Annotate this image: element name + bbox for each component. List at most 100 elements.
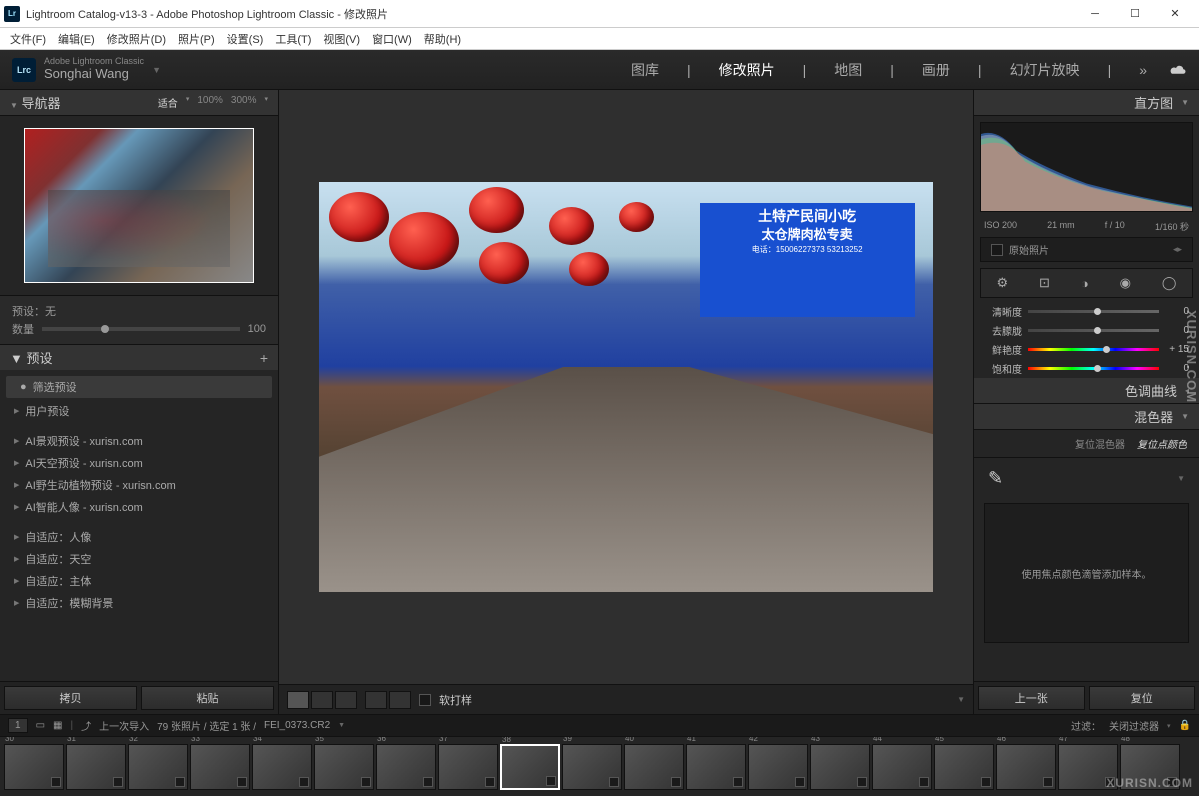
mask-tool-icon[interactable]: ◯ (1162, 275, 1177, 291)
filmstrip-thumb[interactable]: 35 (314, 744, 374, 790)
filmstrip-thumb[interactable]: 38 (500, 744, 560, 790)
preset-item[interactable]: ▶AI天空预设 - xurisn.com (0, 452, 278, 474)
filmstrip-thumb[interactable]: 37 (438, 744, 498, 790)
close-button[interactable]: ✕ (1155, 0, 1195, 28)
filter-off[interactable]: 关闭过滤器 (1109, 718, 1159, 733)
preset-item[interactable]: ▶AI智能人像 - xurisn.com (0, 496, 278, 518)
menu-tools[interactable]: 工具(T) (271, 29, 315, 49)
raw-label[interactable]: 原始照片◂▸ (980, 237, 1193, 262)
main-photo[interactable]: 土特产民间小吃 太仓牌肉松专卖 电话：15006227373 53213252 (319, 182, 933, 592)
filmstrip-thumb[interactable]: 30 (4, 744, 64, 790)
module-book[interactable]: 画册 (916, 58, 956, 82)
module-more[interactable]: » (1133, 60, 1153, 80)
menu-develop[interactable]: 修改照片(D) (103, 29, 170, 49)
histogram-header[interactable]: 直方图▼ (974, 90, 1199, 116)
filmstrip-thumb[interactable]: 41 (686, 744, 746, 790)
paste-button[interactable]: 粘贴 (141, 686, 274, 710)
mixer-expand-icon[interactable]: ▼ (1177, 474, 1185, 483)
preset-item[interactable]: ▶AI景观预设 - xurisn.com (0, 430, 278, 452)
adjust-去朦胧: 去朦胧0 (974, 321, 1199, 340)
loupe-view-icon[interactable] (287, 691, 309, 709)
mixer-reset-tab[interactable]: 复位混色器 (1075, 436, 1125, 451)
breadcrumb[interactable]: 上一次导入 (99, 718, 149, 733)
filmstrip-thumb[interactable]: 40 (624, 744, 684, 790)
maximize-button[interactable]: ☐ (1115, 0, 1155, 28)
module-slideshow[interactable]: 幻灯片放映 (1004, 58, 1086, 82)
softproof-checkbox[interactable] (419, 694, 431, 706)
navigator-thumbnail[interactable] (24, 128, 254, 283)
module-map[interactable]: 地图 (828, 58, 868, 82)
add-preset-icon[interactable]: + (260, 350, 268, 366)
preview-amount-slider[interactable] (42, 327, 240, 331)
filmstrip-thumb[interactable]: 44 (872, 744, 932, 790)
prev-photo-button[interactable]: 上一张 (978, 686, 1085, 710)
color-sample-box: 使用焦点颜色滴管添加样本。 (984, 503, 1189, 643)
toolbar-expand-icon[interactable]: ▼ (957, 695, 965, 704)
menu-photo[interactable]: 照片(P) (174, 29, 219, 49)
preset-adaptive[interactable]: ▶自适应：人像 (0, 526, 278, 548)
filmstrip[interactable]: 30313233343536373839404142434445464748 (0, 736, 1199, 796)
filmstrip-thumb[interactable]: 43 (810, 744, 870, 790)
menu-file[interactable]: 文件(F) (6, 29, 50, 49)
nav-300[interactable]: 300% (231, 95, 257, 110)
preset-adaptive[interactable]: ▶自适应：模糊背景 (0, 592, 278, 614)
filmstrip-thumb[interactable]: 45 (934, 744, 994, 790)
module-picker: 图库| 修改照片| 地图| 画册| 幻灯片放映| » (625, 58, 1187, 82)
filmstrip-thumb[interactable]: 46 (996, 744, 1056, 790)
presets-header[interactable]: ▼ 预设 + (0, 344, 278, 370)
preset-adaptive[interactable]: ▶自适应：天空 (0, 548, 278, 570)
filmstrip-thumb[interactable]: 34 (252, 744, 312, 790)
heal-tool-icon[interactable]: ◑ (1081, 276, 1089, 291)
menu-edit[interactable]: 编辑(E) (54, 29, 99, 49)
mixer-header[interactable]: 混色器▼ (974, 404, 1199, 430)
menu-settings[interactable]: 设置(S) (223, 29, 268, 49)
jump-back-icon[interactable]: ⤴ (81, 718, 91, 733)
navigator-header[interactable]: ▼ 导航器 适合▾ 100% 300%▾ (0, 90, 278, 116)
eyedropper-icon[interactable]: ✎ (988, 468, 1003, 489)
filmstrip-thumb[interactable]: 32 (128, 744, 188, 790)
filmstrip-thumb[interactable]: 39 (562, 744, 622, 790)
menu-window[interactable]: 窗口(W) (368, 29, 416, 49)
before-after-lr-icon[interactable] (311, 691, 333, 709)
tone-curve-header[interactable]: 色调曲线◂ (974, 378, 1199, 404)
slider-track[interactable] (1028, 367, 1159, 370)
preset-user-group[interactable]: ▶用户预设 (0, 400, 278, 422)
develop-tools: ⚙ ⊡ ◑ ◉ ◯ (980, 268, 1193, 298)
preset-item[interactable]: ▶AI野生动植物预设 - xurisn.com (0, 474, 278, 496)
reset-button[interactable]: 复位 (1089, 686, 1196, 710)
point-color-reset-tab[interactable]: 复位点颜色 (1137, 436, 1187, 451)
redeye-tool-icon[interactable]: ◉ (1120, 275, 1131, 291)
filmstrip-thumb[interactable]: 33 (190, 744, 250, 790)
grid-icon[interactable]: ▦ (53, 720, 62, 731)
second-window-icon[interactable]: ▭ (36, 720, 45, 731)
nav-100[interactable]: 100% (197, 95, 223, 110)
filmstrip-thumb[interactable]: 42 (748, 744, 808, 790)
page-start[interactable]: 1 (8, 718, 28, 733)
preset-adaptive[interactable]: ▶自适应：主体 (0, 570, 278, 592)
slider-track[interactable] (1028, 348, 1159, 351)
slider-track[interactable] (1028, 329, 1159, 332)
filter-lock-icon[interactable]: 🔒 (1179, 720, 1191, 731)
filmstrip-thumb[interactable]: 31 (66, 744, 126, 790)
histogram[interactable] (980, 122, 1193, 212)
compare-yy2-icon[interactable] (389, 691, 411, 709)
before-after-tb-icon[interactable] (335, 691, 357, 709)
slider-track[interactable] (1028, 310, 1159, 313)
module-develop[interactable]: 修改照片 (713, 58, 781, 82)
crop-tool-icon[interactable]: ⊡ (1039, 275, 1050, 291)
menu-view[interactable]: 视图(V) (319, 29, 364, 49)
filmstrip-thumb[interactable]: 36 (376, 744, 436, 790)
menu-help[interactable]: 帮助(H) (420, 29, 465, 49)
nav-fit[interactable]: 适合 (158, 95, 178, 110)
preview-amount-value: 100 (248, 323, 266, 335)
cloud-sync-icon[interactable] (1169, 64, 1187, 76)
preset-search[interactable]: ● 筛选预设 (6, 376, 272, 398)
module-library[interactable]: 图库 (625, 58, 665, 82)
minimize-button[interactable]: ─ (1075, 0, 1115, 28)
presets-list: ● 筛选预设 ▶用户预设 ▶AI景观预设 - xurisn.com ▶AI天空预… (0, 370, 278, 681)
brand-user[interactable]: Songhai Wang (44, 67, 144, 81)
edit-tool-icon[interactable]: ⚙ (996, 275, 1008, 291)
adjust-鲜艳度: 鲜艳度+ 15 (974, 340, 1199, 359)
compare-yy-icon[interactable] (365, 691, 387, 709)
copy-button[interactable]: 拷贝 (4, 686, 137, 710)
